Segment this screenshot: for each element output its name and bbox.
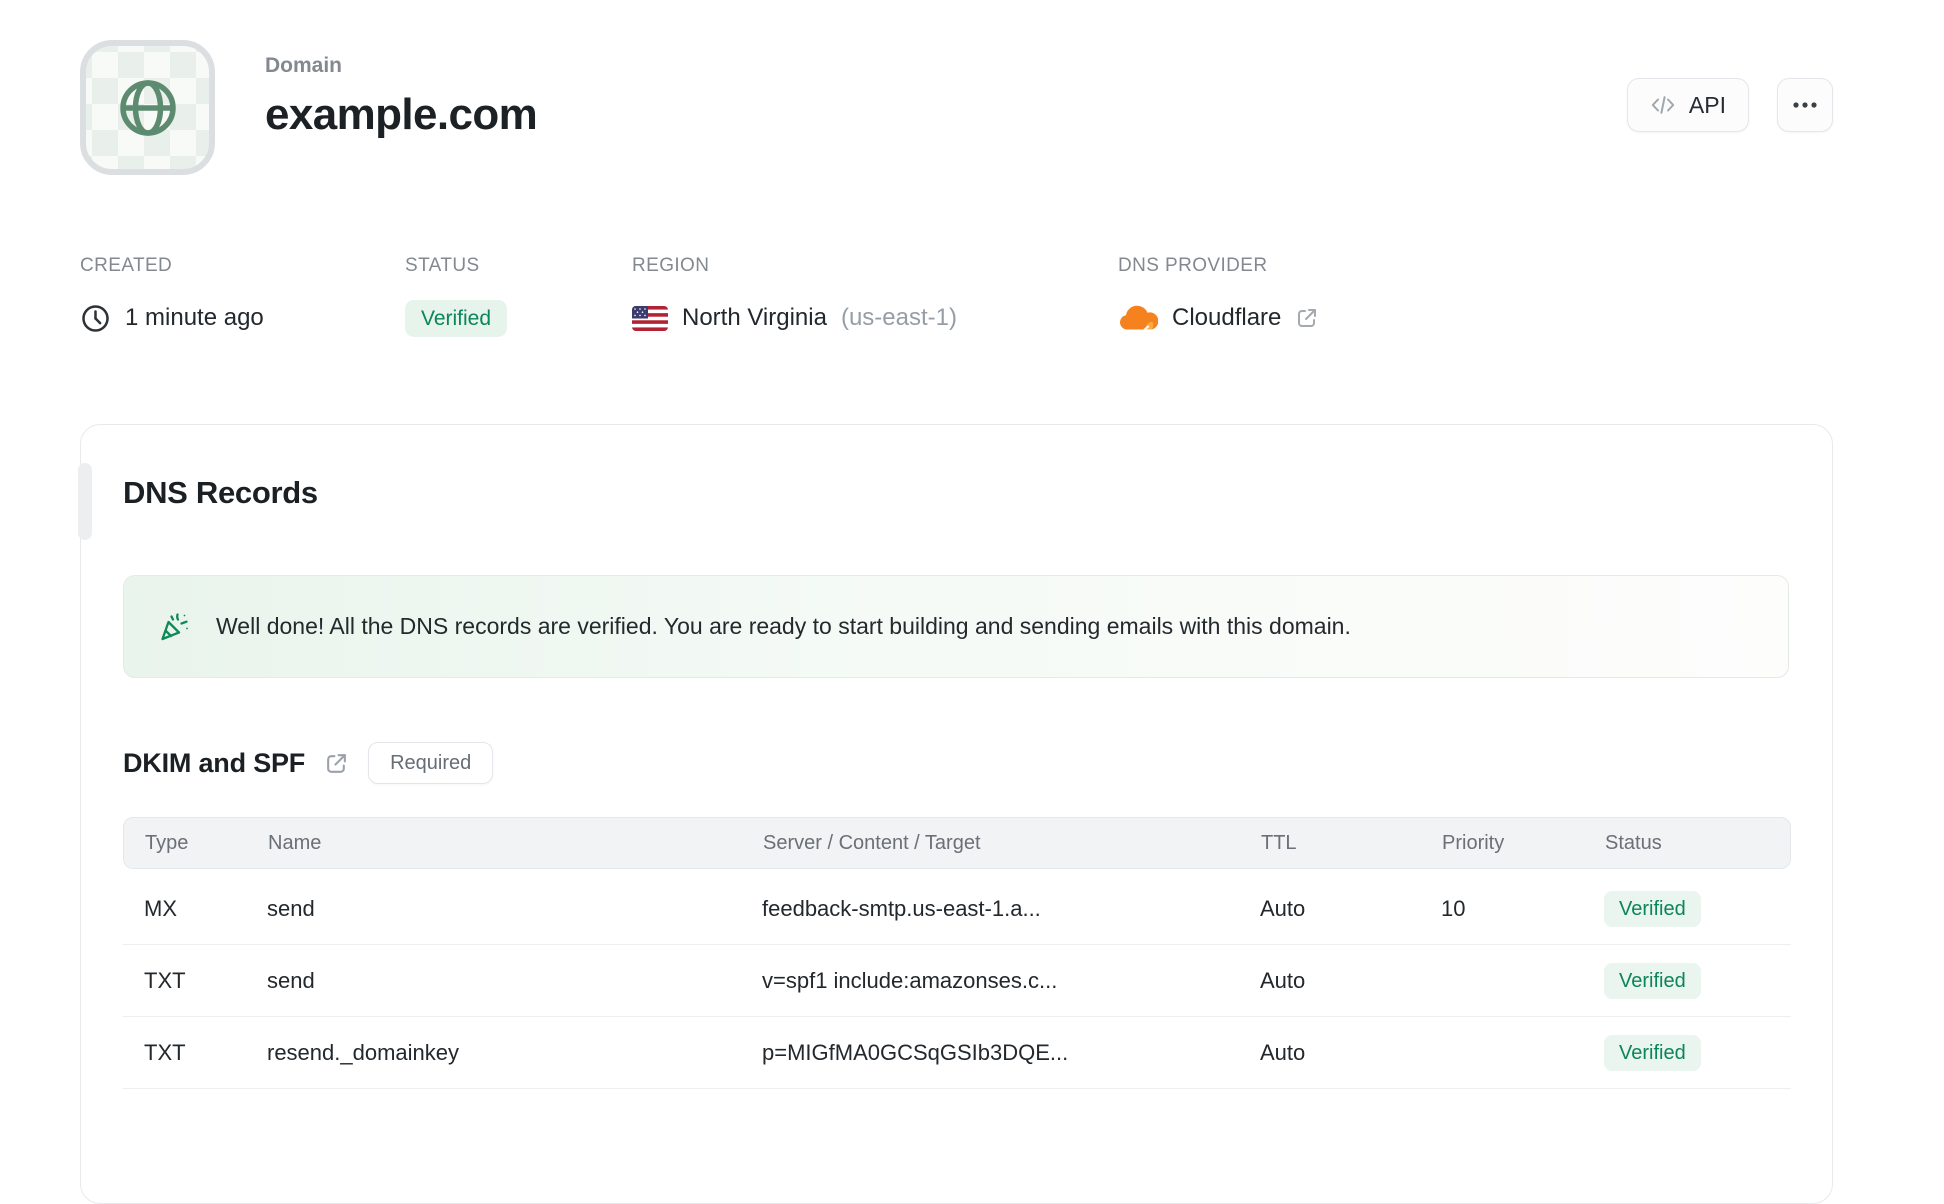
table-header-row: Type Name Server / Content / Target TTL … bbox=[123, 817, 1791, 869]
col-name: Name bbox=[268, 831, 322, 854]
card-title: DNS Records bbox=[123, 475, 318, 510]
meta-dns-provider: DNS PROVIDER Cloudflare bbox=[1118, 255, 1319, 339]
cell-type: TXT bbox=[144, 1039, 186, 1065]
col-status: Status bbox=[1605, 831, 1662, 854]
created-label: CREATED bbox=[80, 255, 173, 276]
cell-content: v=spf1 include:amazonses.c... bbox=[762, 967, 1058, 993]
region-code: (us-east-1) bbox=[840, 304, 957, 331]
domain-title-block: Domain example.com bbox=[265, 40, 538, 175]
created-value: 1 minute ago bbox=[125, 304, 264, 331]
col-type: Type bbox=[145, 831, 189, 854]
dkim-section-title: DKIM and SPF bbox=[123, 747, 306, 778]
code-icon bbox=[1650, 94, 1676, 116]
region-label: REGION bbox=[632, 255, 710, 276]
col-priority: Priority bbox=[1442, 831, 1505, 854]
domain-meta-row: CREATED 1 minute ago STATUS Verified REG… bbox=[80, 255, 1833, 339]
required-badge: Required bbox=[368, 742, 494, 784]
success-banner: Well done! All the DNS records are verif… bbox=[123, 575, 1789, 678]
card-scroll-notch bbox=[78, 463, 92, 540]
cell-name: resend._domainkey bbox=[267, 1039, 460, 1065]
dns-records-card: DNS Records Well done! All the DNS recor… bbox=[78, 424, 1833, 1204]
header-actions: API bbox=[1626, 78, 1833, 132]
region-value: North Virginia bbox=[682, 304, 827, 331]
cell-content: p=MIGfMA0GCSqGSIb3DQE... bbox=[762, 1039, 1069, 1065]
domain-identity: Domain example.com bbox=[80, 40, 538, 175]
external-link-icon[interactable] bbox=[324, 751, 349, 776]
status-label: STATUS bbox=[405, 255, 480, 276]
api-button[interactable]: API bbox=[1626, 78, 1749, 132]
page-title: example.com bbox=[265, 90, 538, 139]
col-content: Server / Content / Target bbox=[763, 831, 981, 854]
cloudflare-icon bbox=[1118, 304, 1158, 332]
clock-icon bbox=[80, 303, 111, 334]
meta-created: CREATED 1 minute ago bbox=[80, 255, 405, 339]
more-options-button[interactable] bbox=[1777, 78, 1833, 132]
status-badge: Verified bbox=[405, 299, 508, 337]
cell-ttl: Auto bbox=[1260, 1039, 1306, 1065]
domain-detail-page: Domain example.com API CREATED 1 minute … bbox=[0, 0, 1833, 1204]
meta-status: STATUS Verified bbox=[405, 255, 632, 339]
party-popper-icon bbox=[157, 610, 191, 644]
cell-ttl: Auto bbox=[1260, 967, 1306, 993]
col-ttl: TTL bbox=[1261, 831, 1297, 854]
globe-icon bbox=[119, 79, 177, 137]
cell-priority: 10 bbox=[1441, 895, 1466, 921]
api-button-label: API bbox=[1688, 91, 1726, 118]
row-status-badge: Verified bbox=[1604, 962, 1701, 999]
dns-records-table: Type Name Server / Content / Target TTL … bbox=[123, 817, 1791, 1089]
ellipsis-icon bbox=[1792, 101, 1818, 109]
dkim-section-header: DKIM and SPF Required bbox=[123, 742, 1789, 784]
page-kicker: Domain bbox=[265, 54, 343, 77]
row-status-badge: Verified bbox=[1604, 1034, 1701, 1071]
page-header: Domain example.com API bbox=[80, 40, 1833, 175]
meta-region: REGION North Virginia (us-east-1) bbox=[632, 255, 1118, 339]
dns-provider-label: DNS PROVIDER bbox=[1118, 255, 1268, 276]
cell-ttl: Auto bbox=[1260, 895, 1306, 921]
cell-content: feedback-smtp.us-east-1.a... bbox=[762, 895, 1041, 921]
cell-type: MX bbox=[144, 895, 177, 921]
external-link-icon[interactable] bbox=[1295, 306, 1319, 330]
cell-name: send bbox=[267, 967, 315, 993]
table-row[interactable]: MX send feedback-smtp.us-east-1.a... Aut… bbox=[123, 873, 1791, 945]
cell-type: TXT bbox=[144, 967, 186, 993]
domain-avatar bbox=[80, 40, 215, 175]
row-status-badge: Verified bbox=[1604, 890, 1701, 927]
table-row[interactable]: TXT resend._domainkey p=MIGfMA0GCSqGSIb3… bbox=[123, 1017, 1791, 1089]
table-row[interactable]: TXT send v=spf1 include:amazonses.c... A… bbox=[123, 945, 1791, 1017]
success-banner-text: Well done! All the DNS records are verif… bbox=[216, 613, 1351, 639]
cell-name: send bbox=[267, 895, 315, 921]
dns-provider-value: Cloudflare bbox=[1172, 304, 1282, 331]
us-flag-icon bbox=[632, 305, 668, 331]
